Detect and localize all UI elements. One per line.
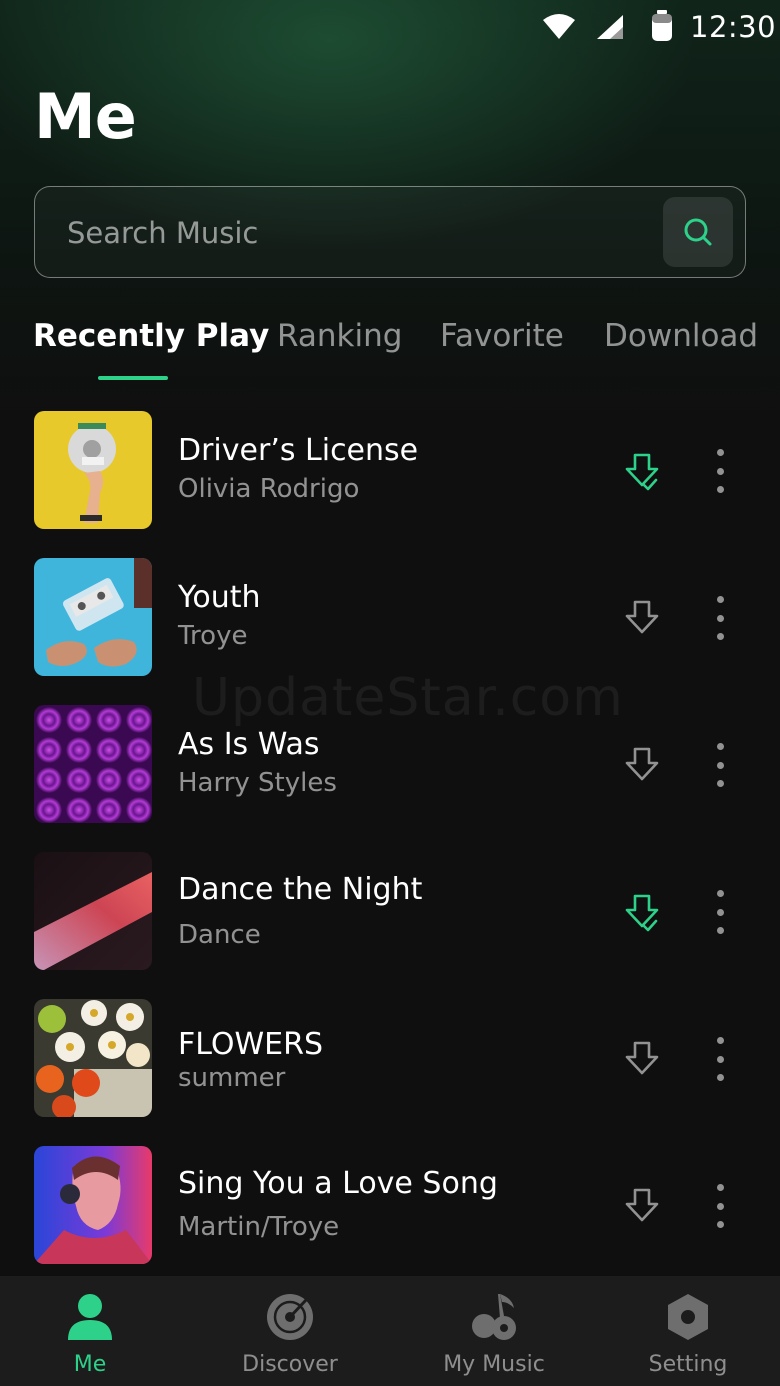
song-artist: Troye (178, 621, 248, 651)
nav-label: Me (73, 1352, 107, 1377)
screen: 12:30 Me Recently Play Ranking Favorite … (0, 0, 780, 1386)
album-cover (34, 852, 152, 970)
album-cover (34, 411, 152, 529)
song-title: Driver’s License (178, 433, 419, 468)
status-bar: 12:30 (0, 0, 780, 56)
song-row[interactable]: FLOWERS summer (0, 999, 780, 1117)
song-row[interactable]: Dance the Night Dance (0, 852, 780, 970)
nav-setting[interactable]: Setting (608, 1276, 768, 1386)
song-artist: Dance (178, 920, 261, 950)
hexagon-gear-icon (668, 1294, 708, 1340)
album-cover (34, 705, 152, 823)
song-title: Dance the Night (178, 872, 423, 907)
nav-me[interactable]: Me (10, 1276, 170, 1386)
song-title: Youth (178, 580, 261, 615)
song-row[interactable]: Driver’s License Olivia Rodrigo (0, 411, 780, 529)
search-bar (34, 186, 746, 278)
nav-label: Discover (242, 1352, 338, 1377)
song-row[interactable]: Sing You a Love Song Martin/Troye (0, 1146, 780, 1264)
search-icon (684, 218, 712, 246)
tab-favorite[interactable]: Favorite (440, 318, 564, 354)
battery-icon (652, 10, 672, 41)
more-options-icon[interactable] (706, 743, 734, 787)
song-title: As Is Was (178, 727, 320, 762)
person-icon (68, 1294, 112, 1340)
download-icon[interactable] (620, 596, 664, 640)
song-title: FLOWERS (178, 1027, 324, 1062)
more-options-icon[interactable] (706, 890, 734, 934)
wifi-icon (543, 14, 575, 39)
song-artist: summer (178, 1063, 286, 1093)
song-artist: Martin/Troye (178, 1212, 340, 1242)
tab-download[interactable]: Download (604, 318, 758, 354)
download-icon[interactable] (620, 1037, 664, 1081)
song-artist: Olivia Rodrigo (178, 474, 360, 504)
page-title: Me (34, 80, 137, 153)
album-cover (34, 999, 152, 1117)
more-options-icon[interactable] (706, 1184, 734, 1228)
music-note-icon (472, 1294, 516, 1340)
album-cover (34, 1146, 152, 1264)
signal-icon (597, 15, 623, 39)
more-options-icon[interactable] (706, 596, 734, 640)
nav-label: My Music (443, 1352, 545, 1377)
song-row[interactable]: As Is Was Harry Styles (0, 705, 780, 823)
downloaded-icon[interactable] (620, 449, 664, 493)
more-options-icon[interactable] (706, 1037, 734, 1081)
song-artist: Harry Styles (178, 768, 337, 798)
download-icon[interactable] (620, 1184, 664, 1228)
album-cover (34, 558, 152, 676)
active-tab-indicator (98, 376, 168, 380)
tab-ranking[interactable]: Ranking (277, 318, 402, 354)
song-title: Sing You a Love Song (178, 1166, 498, 1201)
song-row[interactable]: Youth Troye (0, 558, 780, 676)
more-options-icon[interactable] (706, 449, 734, 493)
download-icon[interactable] (620, 743, 664, 787)
nav-discover[interactable]: Discover (210, 1276, 370, 1386)
nav-my-music[interactable]: My Music (414, 1276, 574, 1386)
downloaded-icon[interactable] (620, 890, 664, 934)
nav-label: Setting (648, 1352, 728, 1377)
disc-icon (267, 1294, 313, 1340)
bottom-nav: Me Discover My Music Setting (0, 1276, 780, 1386)
search-input[interactable] (67, 213, 627, 253)
tab-recently-play[interactable]: Recently Play (33, 318, 269, 354)
search-button[interactable] (663, 197, 733, 267)
status-time: 12:30 (690, 10, 777, 44)
